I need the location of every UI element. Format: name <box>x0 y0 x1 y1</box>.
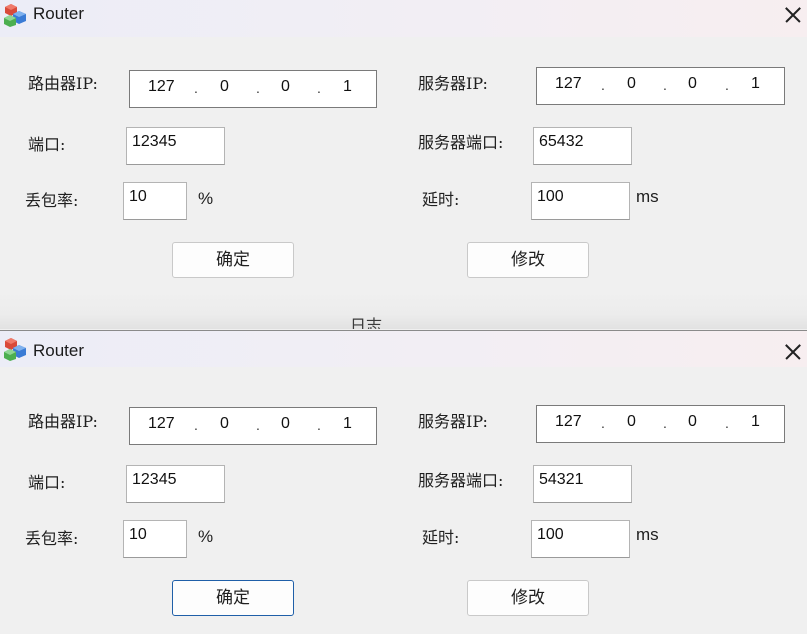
title-bar[interactable]: Router <box>0 331 807 367</box>
ip-octet-3[interactable]: 0 <box>281 78 290 96</box>
ip-octet-3[interactable]: 0 <box>281 415 290 433</box>
loss-rate-label: 丢包率: <box>25 191 79 210</box>
delay-input[interactable]: 100 <box>531 520 630 558</box>
loss-rate-input[interactable]: 10 <box>123 182 187 220</box>
ip-octet-1[interactable]: 127 <box>555 413 582 431</box>
title-bar[interactable]: Router <box>0 0 807 37</box>
ip-octet-4[interactable]: 1 <box>751 75 760 93</box>
ip-octet-1[interactable]: 127 <box>148 78 175 96</box>
router-window-1: Router 路由器IP: 127 . 0 . 0 . 1 服务器IP: 127… <box>0 0 807 329</box>
ip-octet-4[interactable]: 1 <box>751 413 760 431</box>
loss-unit: % <box>198 189 214 208</box>
router-cubes-icon <box>4 337 28 361</box>
delay-input[interactable]: 100 <box>531 182 630 220</box>
loss-rate-input[interactable]: 10 <box>123 520 187 558</box>
modify-button[interactable]: 修改 <box>467 580 589 616</box>
window-title: Router <box>33 4 85 23</box>
server-ip-label: 服务器IP: <box>418 412 488 431</box>
ip-octet-3[interactable]: 0 <box>688 75 697 93</box>
server-ip-input[interactable]: 127 . 0 . 0 . 1 <box>536 67 785 105</box>
ip-octet-4[interactable]: 1 <box>343 78 352 96</box>
server-port-label: 服务器端口: <box>418 133 504 152</box>
port-input[interactable]: 12345 <box>126 127 225 165</box>
router-ip-label: 路由器IP: <box>28 412 98 431</box>
ip-octet-3[interactable]: 0 <box>688 413 697 431</box>
server-ip-input[interactable]: 127 . 0 . 0 . 1 <box>536 405 785 443</box>
router-window-2: Router 路由器IP: 127 . 0 . 0 . 1 服务器IP: 127… <box>0 330 807 634</box>
confirm-button[interactable]: 确定 <box>172 242 294 278</box>
ip-octet-4[interactable]: 1 <box>343 415 352 433</box>
port-input[interactable]: 12345 <box>126 465 225 503</box>
close-icon[interactable] <box>779 0 807 30</box>
server-port-input[interactable]: 65432 <box>533 127 632 165</box>
server-ip-label: 服务器IP: <box>418 74 488 93</box>
router-ip-input[interactable]: 127 . 0 . 0 . 1 <box>129 70 377 108</box>
modify-button[interactable]: 修改 <box>467 242 589 278</box>
ip-octet-2[interactable]: 0 <box>627 413 636 431</box>
loss-unit: % <box>198 527 214 546</box>
ip-octet-2[interactable]: 0 <box>627 75 636 93</box>
server-port-input[interactable]: 54321 <box>533 465 632 503</box>
port-label: 端口: <box>28 135 66 154</box>
confirm-button[interactable]: 确定 <box>172 580 294 616</box>
ip-octet-1[interactable]: 127 <box>555 75 582 93</box>
ip-octet-2[interactable]: 0 <box>220 415 229 433</box>
delay-unit: ms <box>636 187 659 206</box>
delay-label: 延时: <box>422 190 460 209</box>
router-ip-label: 路由器IP: <box>28 74 98 93</box>
delay-label: 延时: <box>422 528 460 547</box>
router-cubes-icon <box>4 3 28 27</box>
router-ip-input[interactable]: 127 . 0 . 0 . 1 <box>129 407 377 445</box>
log-group-label: 日志 <box>350 316 383 329</box>
server-port-label: 服务器端口: <box>418 471 504 490</box>
loss-rate-label: 丢包率: <box>25 529 79 548</box>
window-title: Router <box>33 341 85 360</box>
ip-octet-2[interactable]: 0 <box>220 78 229 96</box>
port-label: 端口: <box>28 473 66 492</box>
ip-octet-1[interactable]: 127 <box>148 415 175 433</box>
delay-unit: ms <box>636 525 659 544</box>
close-icon[interactable] <box>779 337 807 367</box>
